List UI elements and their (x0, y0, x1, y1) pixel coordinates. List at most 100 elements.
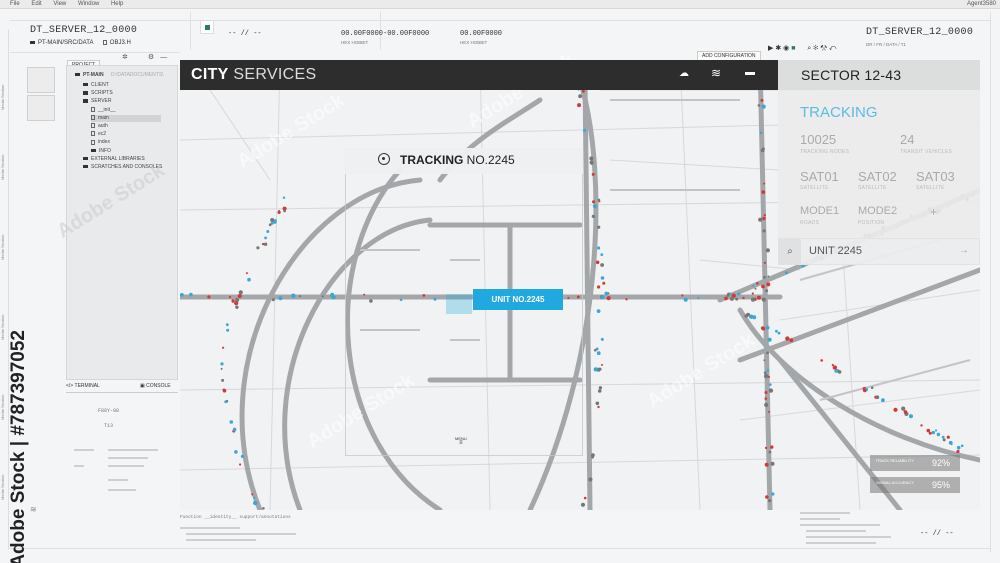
tree-item[interactable]: __init__ (91, 107, 116, 114)
unit-tag[interactable]: UNIT NO.2245 (473, 289, 563, 310)
stop-icon[interactable]: ■ (791, 45, 795, 52)
tree-item[interactable]: index (91, 139, 110, 146)
right-server-title: DT_SERVER_12_0000 (866, 27, 974, 38)
menu-edit[interactable]: Edit (31, 1, 41, 7)
tree-item[interactable]: CLIENT (83, 82, 109, 89)
weather-icon[interactable]: ☁ (679, 68, 689, 79)
tree-item-label: ec2 (98, 131, 107, 138)
arrow-icon[interactable]: → (959, 245, 969, 256)
menu-view[interactable]: View (53, 1, 66, 7)
map-dot (765, 289, 769, 293)
tools-icon[interactable]: ⚒ (820, 45, 827, 52)
tree-item-label: INFO (99, 147, 111, 154)
map-dot (759, 131, 763, 135)
map-dot (742, 296, 745, 300)
right-sub: DR / FR / DATA / T1 (866, 42, 907, 47)
thumbnail[interactable] (27, 67, 55, 93)
map-dot (595, 401, 600, 406)
reliability-label: TRACK RELIABILITY (875, 458, 914, 463)
map-dot (920, 424, 923, 427)
menu-file[interactable]: File (10, 1, 20, 7)
map-dot (321, 295, 324, 298)
map-dot (760, 98, 764, 102)
add-mode-button[interactable]: + (930, 205, 937, 219)
minimize-icon[interactable]: — (160, 54, 167, 61)
menu-help[interactable]: Help (111, 1, 123, 7)
map-dot (240, 454, 245, 458)
wifi-icon[interactable]: ≋ (711, 66, 721, 80)
tree-root[interactable]: PT-MAIN D:\DATADOCUMENTS\ (75, 72, 164, 79)
sat-label: SATELLITE (916, 185, 945, 191)
node-icon[interactable] (200, 20, 214, 34)
tree-item-label: main (98, 114, 109, 121)
map-dot (903, 410, 908, 414)
divider (10, 20, 990, 21)
map-dot (862, 388, 867, 393)
map-dot (735, 297, 739, 301)
tree-item-label: index (98, 139, 110, 146)
tree-item[interactable]: SCRATCHES AND CONSOLES (83, 164, 162, 171)
map-dot (589, 160, 594, 165)
tree-item[interactable]: auth (91, 123, 108, 130)
server-title: DT_SERVER_12_0000 (30, 25, 138, 36)
rail-label: Media Section (0, 234, 5, 260)
map-dot (763, 371, 767, 375)
thumbnail[interactable] (27, 95, 55, 121)
gear-icon[interactable]: ⚙ (148, 54, 154, 61)
undo-icon[interactable]: ↶ (829, 45, 836, 52)
map-dot (744, 314, 748, 318)
map-dot (234, 450, 238, 454)
divider (190, 12, 191, 50)
sector-header: SECTOR 12-43 (778, 60, 980, 90)
sat-value[interactable]: SAT02 (858, 169, 897, 184)
tree-item-label: EXTERNAL LIBRARIES (91, 155, 145, 162)
tree-item[interactable]: SERVER (83, 98, 111, 105)
map-dot (601, 363, 603, 366)
settings-icon[interactable]: ✻ (813, 45, 818, 52)
map-dot (224, 400, 228, 404)
menu-window[interactable]: Window (78, 1, 99, 7)
tree-item[interactable]: ec2 (91, 131, 106, 138)
reliability-value: 92% (932, 458, 951, 468)
coverage-icon[interactable]: ◉ (783, 45, 789, 52)
map-dot (785, 271, 788, 275)
map-dot (785, 336, 790, 341)
play-icon[interactable]: ▶ (768, 45, 773, 52)
map-dot (765, 325, 770, 330)
hex-b: 00.00F0000 (460, 30, 503, 38)
file-label[interactable]: OBJ3.H (110, 40, 131, 46)
search-icon[interactable]: ⌕ (779, 239, 801, 264)
tree-item[interactable]: INFO (91, 148, 111, 155)
tree-item[interactable]: SCRIPTS (83, 90, 113, 97)
unit-search[interactable]: ⌕ UNIT 2245 → (778, 238, 980, 265)
unit-search-value[interactable]: UNIT 2245 (809, 245, 862, 257)
map-dot (834, 369, 838, 373)
bottom-code-lines (180, 525, 320, 545)
bottom-slash: -- // -- (920, 530, 954, 538)
map-dot (832, 365, 838, 370)
map-dot (221, 378, 225, 382)
map-dot (956, 449, 960, 454)
map-dot (942, 438, 946, 442)
map-dot (232, 427, 237, 432)
divider (66, 392, 178, 393)
search-icon[interactable]: ⌕ (807, 45, 811, 52)
tab-console[interactable]: ▣ CONSOLE (140, 383, 171, 389)
sat-value[interactable]: SAT03 (916, 169, 955, 184)
tree-item-label: SERVER (91, 98, 112, 105)
sat-value[interactable]: SAT01 (800, 169, 839, 184)
map-dot (754, 287, 757, 290)
menu-button[interactable]: MENU ≡ (455, 436, 467, 446)
map-dot (277, 210, 281, 214)
map-dot (592, 204, 598, 209)
tree-item[interactable]: EXTERNAL LIBRARIES (83, 156, 145, 163)
tab-terminal[interactable]: </> TERMINAL (66, 383, 100, 389)
chat-icon[interactable]: ▬ (745, 67, 755, 78)
tree-item[interactable]: main (91, 114, 161, 122)
mode-value[interactable]: MODE2 (858, 205, 897, 217)
debug-icon[interactable]: ✱ (775, 45, 781, 52)
settings-icon[interactable]: ✲ (122, 54, 128, 61)
mode-value[interactable]: MODE1 (800, 205, 839, 217)
path-label[interactable]: PT-MAIN/SRC/DATA (38, 40, 93, 46)
map-dot (764, 462, 769, 467)
